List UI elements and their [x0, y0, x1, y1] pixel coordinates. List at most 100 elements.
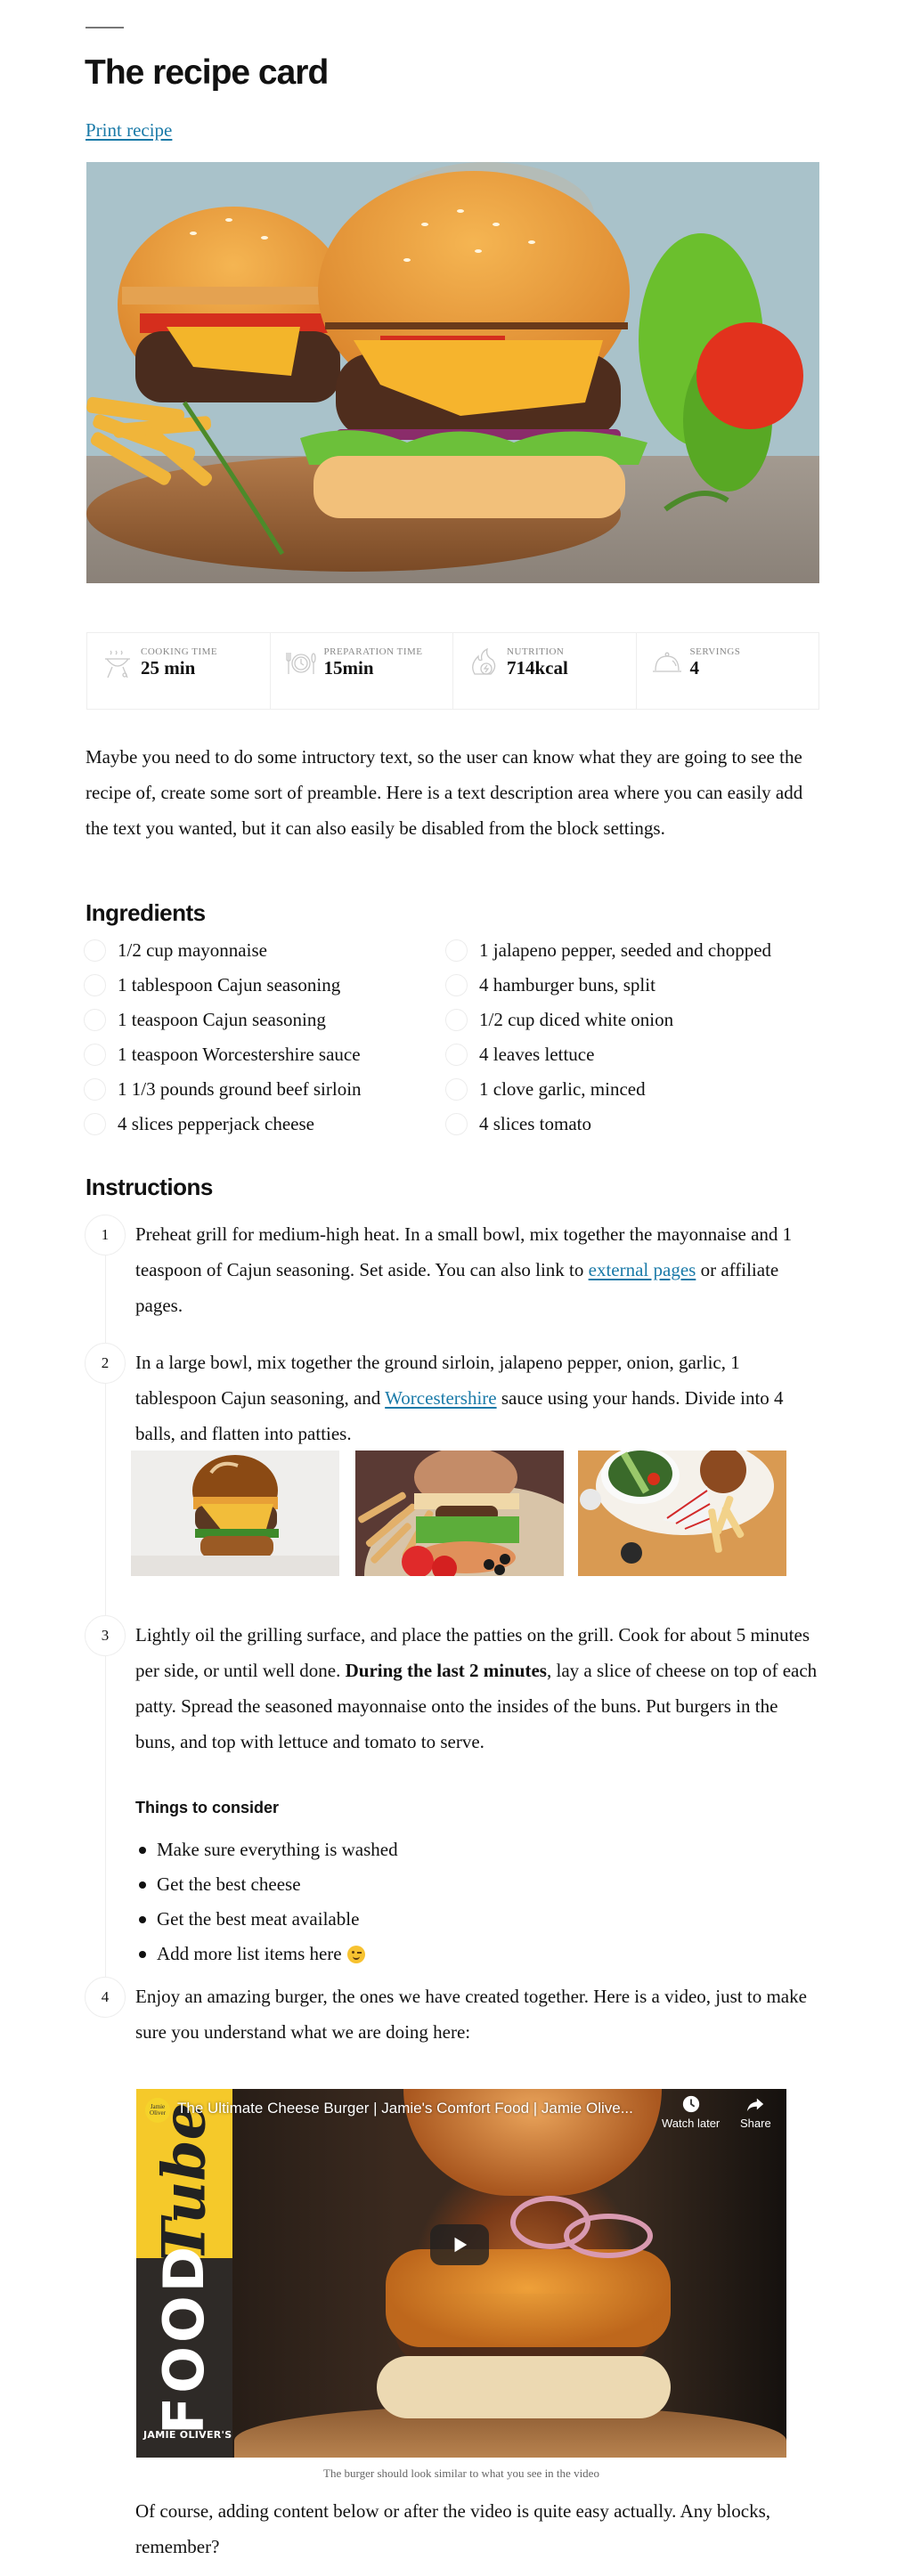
tip-item: Add more list items here	[135, 1937, 759, 1971]
ingredient-checkbox[interactable]	[84, 1078, 106, 1101]
bullet-icon	[139, 1881, 146, 1889]
tip-text: Make sure everything is washed	[157, 1839, 398, 1860]
tip-text: Add more list items here	[157, 1943, 342, 1964]
thumbnail-onion-ring	[564, 2214, 653, 2258]
meta-label: Nutrition	[507, 646, 565, 657]
meta-label: Servings	[689, 646, 741, 657]
video-title[interactable]: The Ultimate Cheese Burger | Jamie's Com…	[177, 2100, 658, 2117]
top-divider	[86, 27, 124, 28]
ingredient-checkbox[interactable]	[445, 1044, 468, 1066]
play-button[interactable]	[430, 2224, 489, 2265]
step-number-1: 1	[85, 1215, 126, 1255]
thumbnail-mayo-shape	[377, 2356, 671, 2418]
watch-later-button[interactable]: Watch later	[662, 2094, 720, 2130]
ingredient-item[interactable]: 4 slices tomato	[445, 1107, 810, 1142]
page-title: The recipe card	[85, 53, 329, 92]
video-caption: The burger should look similar to what y…	[323, 2466, 599, 2480]
instructions-heading: Instructions	[86, 1174, 213, 1200]
external-pages-link[interactable]: external pages	[589, 1259, 696, 1280]
step-2-text: In a large bowl, mix together the ground…	[135, 1345, 821, 1451]
flame-energy-icon	[472, 647, 496, 675]
winking-face-emoji-icon	[346, 1945, 365, 1963]
thumbnail-cheese-shape	[386, 2249, 671, 2347]
ingredient-item[interactable]: 4 leaves lettuce	[445, 1037, 810, 1072]
ingredient-label: 1 teaspoon Worcestershire sauce	[118, 1044, 361, 1065]
ingredient-item[interactable]: 4 slices pepperjack cheese	[84, 1107, 449, 1142]
ingredient-checkbox[interactable]	[445, 939, 468, 962]
ingredient-checkbox[interactable]	[84, 1044, 106, 1066]
gallery-image-burger-fries[interactable]	[355, 1451, 564, 1576]
watch-later-label: Watch later	[662, 2117, 721, 2130]
ingredient-item[interactable]: 1/2 cup diced white onion	[445, 1003, 810, 1037]
plate-clock-icon	[285, 653, 316, 674]
meta-value: 4	[689, 657, 700, 679]
ingredient-label: 4 hamburger buns, split	[479, 974, 656, 995]
ingredient-checkbox[interactable]	[445, 1078, 468, 1101]
things-to-consider-heading: Things to consider	[135, 1799, 280, 1816]
ingredient-label: 1 tablespoon Cajun seasoning	[118, 974, 341, 995]
print-recipe-link[interactable]: Print recipe	[86, 119, 172, 142]
ingredient-label: 4 slices pepperjack cheese	[118, 1113, 314, 1134]
ingredient-checkbox[interactable]	[445, 974, 468, 996]
ingredient-checkbox[interactable]	[84, 1009, 106, 1031]
ingredient-checkbox[interactable]	[84, 939, 106, 962]
ingredient-label: 1 clove garlic, minced	[479, 1078, 646, 1100]
step-number-2: 2	[85, 1343, 126, 1384]
meta-preparation-time: Preparation time 15min	[271, 633, 453, 709]
ingredient-item[interactable]: 1/2 cup mayonnaise	[84, 933, 449, 968]
step-1-text: Preheat grill for medium-high heat. In a…	[135, 1216, 821, 1323]
pretzel-bun-burger-illustration	[131, 1451, 339, 1576]
tip-text: Get the best cheese	[157, 1873, 301, 1895]
ingredient-label: 4 leaves lettuce	[479, 1044, 595, 1065]
ingredient-checkbox[interactable]	[84, 974, 106, 996]
tip-item: Get the best meat available	[135, 1902, 759, 1937]
step-4-text: Enjoy an amazing burger, the ones we hav…	[135, 1986, 807, 2043]
ingredients-heading: Ingredients	[86, 899, 206, 926]
meta-servings: Servings 4	[637, 633, 819, 709]
step-number-4: 4	[85, 1977, 126, 2018]
food-tube-brand-text: JAMIE OLIVER'S	[143, 2429, 232, 2441]
cloche-icon	[652, 652, 681, 672]
step-number-3: 3	[85, 1615, 126, 1656]
channel-avatar[interactable]: Jamie Oliver	[145, 2098, 170, 2123]
recipe-intro-text: Maybe you need to do some intructory tex…	[86, 746, 803, 839]
gallery-image-burger-salad[interactable]	[578, 1451, 786, 1576]
ingredients-list-left: 1/2 cup mayonnaise 1 tablespoon Cajun se…	[84, 933, 449, 1142]
ingredient-label: 4 slices tomato	[479, 1113, 591, 1134]
tips-list: Make sure everything is washed Get the b…	[135, 1832, 759, 1971]
ingredient-checkbox[interactable]	[445, 1009, 468, 1031]
step-3-bold-text: During the last 2 minutes	[345, 1660, 547, 1681]
food-tube-food-text: FOOD	[151, 2242, 217, 2434]
grill-icon	[105, 650, 130, 679]
bullet-icon	[139, 1915, 146, 1923]
ingredient-checkbox[interactable]	[84, 1113, 106, 1135]
ingredient-label: 1 teaspoon Cajun seasoning	[118, 1009, 326, 1030]
bullet-icon	[139, 1950, 146, 1958]
play-icon	[454, 2237, 468, 2253]
meta-value: 15min	[323, 657, 374, 679]
meta-label: Cooking time	[141, 646, 218, 657]
worcestershire-link[interactable]: Worcestershire	[385, 1387, 496, 1409]
tip-text: Get the best meat available	[157, 1908, 360, 1930]
step-3-text: Lightly oil the grilling surface, and pl…	[135, 1617, 821, 1759]
ingredient-item[interactable]: 4 hamburger buns, split	[445, 968, 810, 1003]
gallery-image-pretzel-burger[interactable]	[131, 1451, 339, 1576]
food-tube-script-text: Tube	[150, 2102, 219, 2263]
outro-text: Of course, adding content below or after…	[135, 2500, 771, 2557]
meta-label: Preparation time	[323, 646, 423, 657]
ingredient-item[interactable]: 1 tablespoon Cajun seasoning	[84, 968, 449, 1003]
share-button[interactable]: Share	[740, 2094, 771, 2130]
ingredient-item[interactable]: 1 jalapeno pepper, seeded and chopped	[445, 933, 810, 968]
burger-salad-topview-illustration	[578, 1451, 786, 1576]
ingredient-item[interactable]: 1 clove garlic, minced	[445, 1072, 810, 1107]
meta-nutrition: Nutrition 714kcal	[453, 633, 637, 709]
tip-item: Get the best cheese	[135, 1867, 759, 1902]
youtube-video-embed[interactable]: Tube FOOD JAMIE OLIVER'S Jamie Oliver Th…	[136, 2089, 786, 2458]
ingredient-label: 1 1/3 pounds ground beef sirloin	[118, 1078, 362, 1100]
clock-icon	[682, 2095, 699, 2113]
meta-value: 714kcal	[507, 657, 568, 679]
ingredient-item[interactable]: 1 1/3 pounds ground beef sirloin	[84, 1072, 449, 1107]
ingredient-item[interactable]: 1 teaspoon Cajun seasoning	[84, 1003, 449, 1037]
ingredient-item[interactable]: 1 teaspoon Worcestershire sauce	[84, 1037, 449, 1072]
ingredient-checkbox[interactable]	[445, 1113, 468, 1135]
